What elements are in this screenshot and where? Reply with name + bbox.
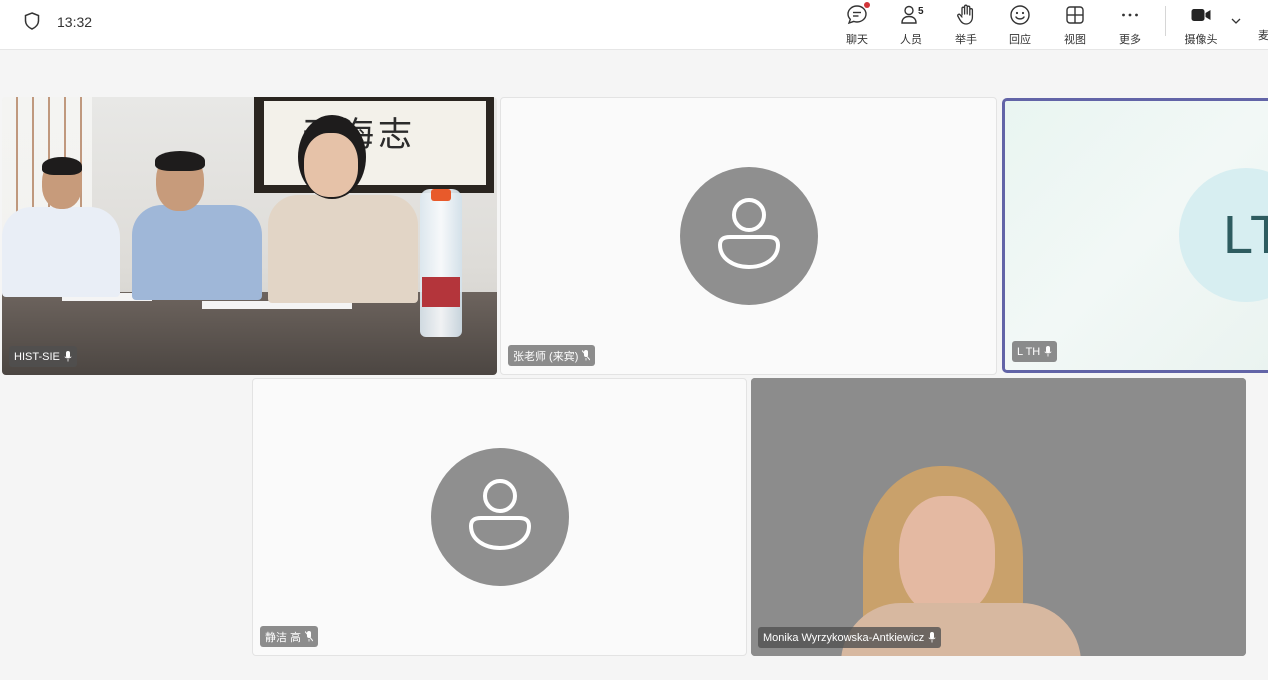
emoji-icon [1008,3,1032,27]
participant-tile-jingjie[interactable]: 静洁 高 [252,378,747,656]
raise-hand-label: 举手 [955,34,977,46]
microphone-muted-icon [305,631,314,642]
person-icon [468,479,531,551]
mic-label-clipped: 麦 [1258,30,1268,42]
person-icon [717,198,780,270]
microphone-icon [1044,346,1052,357]
more-label: 更多 [1119,34,1141,46]
grid-view-icon [1063,3,1087,27]
notification-dot [864,2,870,8]
avatar-initials: LT [1223,205,1268,265]
camera-label: 摄像头 [1184,34,1218,46]
video-feed [751,378,1246,656]
shield-icon [24,12,40,30]
participant-tile-zhang[interactable]: 张老师 (来宾) [500,97,997,375]
participant-name-tag: 静洁 高 [260,626,319,647]
participant-tile-lth[interactable]: LT L TH [1002,98,1268,373]
video-tile-monika[interactable]: Monika Wyrzykowska-Antkiewicz [751,378,1246,656]
microphone-icon [64,351,72,362]
camera-button[interactable]: 摄像头 [1174,2,1228,46]
toolbar-divider [1165,6,1166,36]
video-tile-hist-sie[interactable]: 天海志 HIST-SIE [2,97,497,375]
meeting-toolbar: 13:32 聊天 5 人员 举手 回应 视图 更多 摄像头 麦 [0,0,1268,50]
participant-name-tag: 张老师 (来宾) [508,345,596,366]
camera-icon [1189,3,1213,27]
microphone-icon [928,632,936,643]
more-dots-icon [1118,3,1142,27]
react-label: 回应 [1009,34,1031,46]
initials-avatar: LT [1179,168,1268,302]
people-count: 5 [918,6,924,17]
people-button[interactable]: 5 人员 [884,2,938,46]
chat-button[interactable]: 聊天 [830,2,884,46]
people-icon: 5 [899,3,924,27]
video-feed: 天海志 [2,97,497,375]
raise-hand-button[interactable]: 举手 [939,2,993,46]
people-label: 人员 [900,34,922,46]
meeting-timer: 13:32 [57,14,93,30]
chat-label: 聊天 [846,34,868,46]
chevron-down-icon[interactable] [1229,14,1243,28]
avatar [679,167,818,305]
microphone-muted-icon [582,350,591,361]
view-button[interactable]: 视图 [1048,2,1102,46]
participant-name-tag: Monika Wyrzykowska-Antkiewicz [758,627,942,648]
hand-icon [954,3,978,27]
chat-icon [845,2,870,27]
participant-name-tag: HIST-SIE [9,346,77,367]
more-button[interactable]: 更多 [1103,2,1157,46]
view-label: 视图 [1064,34,1086,46]
avatar [430,448,569,586]
participant-name-tag: L TH [1012,341,1058,362]
react-button[interactable]: 回应 [993,2,1047,46]
